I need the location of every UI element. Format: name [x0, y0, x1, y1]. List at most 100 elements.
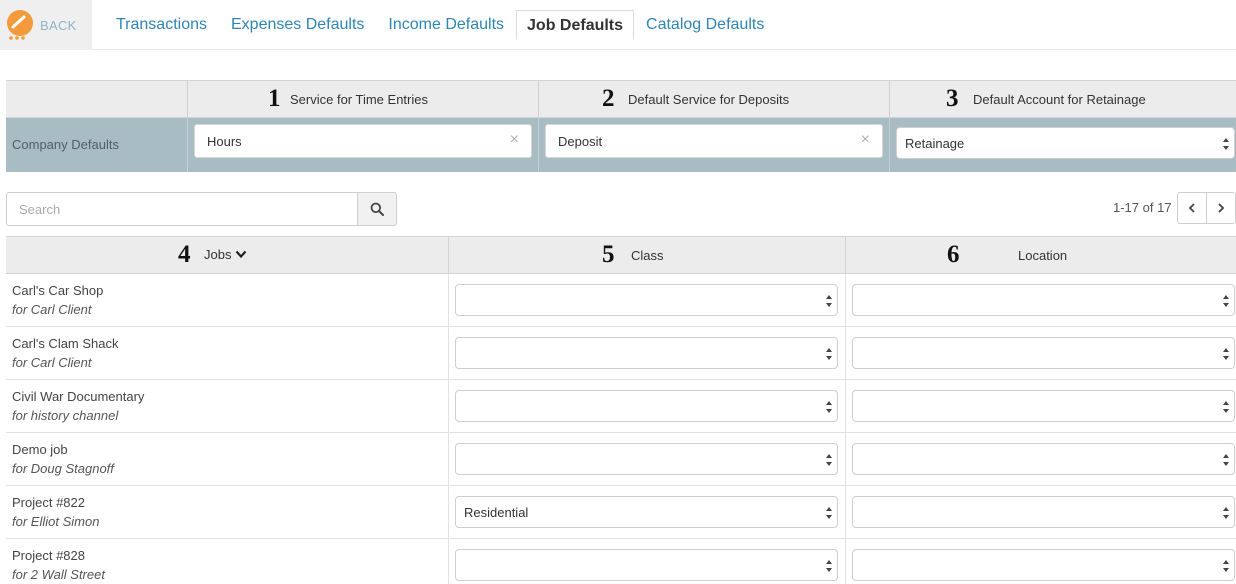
top-nav: BACK Transactions Expenses Defaults Inco… [0, 0, 1236, 50]
select-arrows-icon [1223, 401, 1229, 413]
class-select[interactable] [455, 549, 838, 581]
column-divider [448, 274, 449, 326]
callout-number: 5 [602, 241, 615, 268]
select-value: Residential [464, 505, 529, 520]
pager-count: 1-17 of 17 [1113, 200, 1172, 215]
gauge-icon [4, 9, 36, 41]
cell-deposits: Deposit × [538, 118, 889, 172]
column-divider [448, 433, 449, 485]
select-value: Retainage [905, 136, 965, 151]
column-title: Service for Time Entries [290, 92, 428, 107]
table-row: Carl's Car Shop for Carl Client [6, 274, 1236, 327]
column-divider [845, 380, 846, 432]
location-select[interactable] [852, 496, 1235, 528]
class-select[interactable] [455, 284, 838, 316]
tab-job-defaults[interactable]: Job Defaults [516, 10, 635, 40]
job-client: for Doug Stagnoff [12, 461, 114, 476]
header-col-location: 6 Location [845, 237, 1236, 273]
column-title: Location [1018, 248, 1068, 263]
job-client: for history channel [12, 408, 119, 423]
back-button[interactable]: BACK [0, 0, 92, 50]
job-name: Project #822 [12, 495, 85, 510]
table-row: Demo job for Doug Stagnoff [6, 433, 1236, 486]
location-select[interactable] [852, 284, 1235, 316]
input-value: Hours [207, 134, 242, 149]
job-client: for Elliot Simon [12, 514, 100, 529]
select-arrows-icon [826, 507, 832, 519]
class-select[interactable]: Residential [455, 496, 838, 528]
location-select[interactable] [852, 443, 1235, 475]
column-title: Jobs [204, 247, 232, 262]
select-arrows-icon [826, 454, 832, 466]
column-title: Class [631, 248, 664, 263]
class-select[interactable] [455, 337, 838, 369]
service-deposits-input[interactable]: Deposit × [545, 124, 883, 158]
select-arrows-icon [1223, 560, 1229, 572]
select-arrows-icon [826, 560, 832, 572]
location-select[interactable] [852, 337, 1235, 369]
cell-retainage: Retainage [889, 118, 1236, 172]
column-divider [845, 486, 846, 538]
tab-bar: Transactions Expenses Defaults Income De… [104, 10, 776, 40]
job-name: Demo job [12, 442, 68, 457]
back-label: BACK [40, 17, 77, 33]
close-icon[interactable]: × [861, 131, 870, 149]
table-row: Civil War Documentary for history channel [6, 380, 1236, 433]
class-select[interactable] [455, 443, 838, 475]
table-row: Project #822 for Elliot Simon Residential [6, 486, 1236, 539]
column-divider [448, 486, 449, 538]
tab-expenses-defaults[interactable]: Expenses Defaults [219, 10, 376, 40]
table-row: Carl's Clam Shack for Carl Client [6, 327, 1236, 380]
header-col-deposits: 2 Default Service for Deposits [538, 81, 889, 117]
job-client: for Carl Client [12, 355, 92, 370]
tab-transactions[interactable]: Transactions [104, 10, 219, 40]
column-title: Default Account for Retainage [973, 92, 1146, 107]
company-defaults-label: Company Defaults [12, 137, 119, 152]
cell-time-entries: Hours × [187, 118, 538, 172]
job-name: Carl's Car Shop [12, 283, 104, 298]
callout-number: 3 [946, 85, 959, 112]
select-arrows-icon [1223, 507, 1229, 519]
select-arrows-icon [826, 348, 832, 360]
location-select[interactable] [852, 549, 1235, 581]
column-divider [845, 327, 846, 379]
job-name: Carl's Clam Shack [12, 336, 119, 351]
callout-number: 2 [602, 85, 615, 112]
input-value: Deposit [558, 134, 603, 149]
callout-number: 1 [268, 85, 281, 112]
column-divider [448, 539, 449, 584]
location-select[interactable] [852, 390, 1235, 422]
company-defaults-row: Company Defaults Hours × Deposit × Retai… [6, 118, 1236, 172]
tab-catalog-defaults[interactable]: Catalog Defaults [634, 10, 776, 40]
close-icon[interactable]: × [510, 131, 519, 149]
callout-number: 6 [947, 241, 960, 268]
column-divider [845, 274, 846, 326]
job-client: for Carl Client [12, 302, 92, 317]
tab-income-defaults[interactable]: Income Defaults [376, 10, 516, 40]
select-arrows-icon [1223, 454, 1229, 466]
table-row: Project #828 for 2 Wall Street [6, 539, 1236, 584]
jobs-table-header: 4 Jobs 5 Class 6 Location [6, 236, 1236, 274]
select-arrows-icon [826, 401, 832, 413]
job-client: for 2 Wall Street [12, 567, 105, 582]
header-col-class: 5 Class [448, 237, 845, 273]
chevron-right-icon [1218, 203, 1225, 213]
header-col-time-entries: 1 Service for Time Entries [187, 81, 538, 117]
retainage-account-select[interactable]: Retainage [896, 127, 1235, 159]
prev-page-button[interactable] [1178, 193, 1206, 223]
search-field[interactable] [6, 192, 358, 226]
class-select[interactable] [455, 390, 838, 422]
chevron-down-icon [236, 250, 247, 259]
search-input[interactable] [7, 193, 357, 225]
sort-jobs-header[interactable]: Jobs [204, 247, 247, 262]
column-divider [448, 380, 449, 432]
callout-number: 4 [178, 241, 191, 268]
next-page-button[interactable] [1206, 193, 1235, 223]
header-col-retainage: 3 Default Account for Retainage [889, 81, 1236, 117]
search-button[interactable] [357, 192, 397, 226]
column-divider [845, 539, 846, 584]
service-time-entries-input[interactable]: Hours × [194, 124, 532, 158]
pager-controls [1177, 192, 1236, 224]
search-icon [370, 202, 384, 216]
jobs-table: 4 Jobs 5 Class 6 Location Carl's Car Sho… [6, 236, 1236, 584]
